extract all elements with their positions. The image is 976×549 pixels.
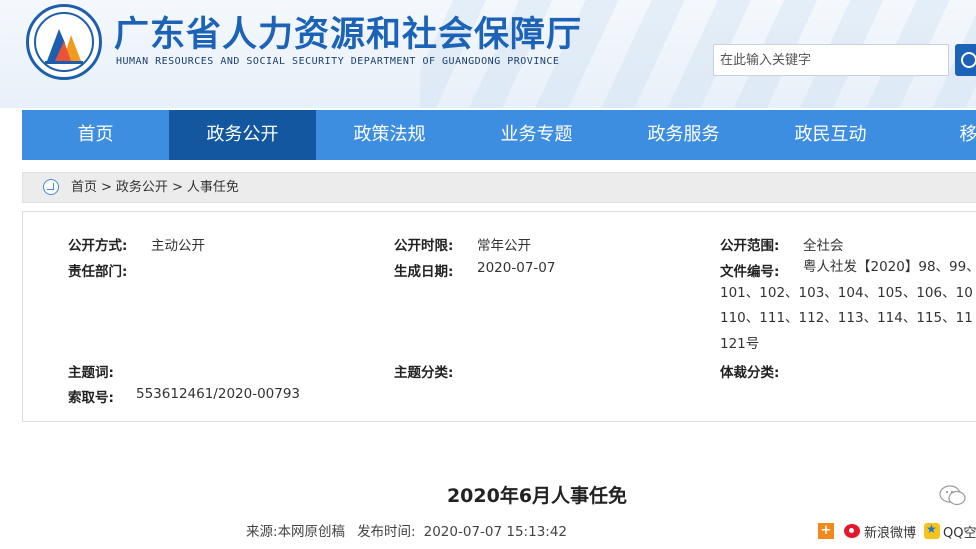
share-qq-label[interactable]: QQ空	[943, 522, 976, 541]
publish-label: 发布时间:	[357, 524, 416, 540]
search-button[interactable]	[955, 44, 976, 76]
doc-number-line: 粤人社发【2020】98、99、	[803, 259, 976, 275]
source-label: 来源:	[246, 524, 278, 540]
qq-zone-icon[interactable]	[924, 522, 941, 539]
breadcrumb-separator: >	[171, 180, 183, 195]
article-info: 来源:本网原创稿 发布时间: 2020-07-07 15:13:42	[246, 520, 567, 540]
disclosure-period-label: 公开时限:	[394, 238, 454, 254]
share-weibo-label[interactable]: 新浪微博	[864, 522, 916, 541]
site-subtitle: HUMAN RESOURCES AND SOCIAL SECURITY DEPA…	[116, 56, 560, 67]
breadcrumb-current[interactable]: 人事任免	[187, 173, 239, 202]
source-value: 本网原创稿	[277, 524, 346, 540]
department-label: 责任部门:	[68, 264, 128, 280]
search-input[interactable]	[713, 44, 949, 76]
site-logo[interactable]	[26, 4, 102, 80]
topic-label: 主题分类:	[394, 365, 454, 381]
logo-emblem-icon	[45, 29, 83, 64]
disclosure-method-label: 公开方式:	[68, 238, 128, 254]
created-date-label: 生成日期:	[394, 264, 454, 280]
doc-number-line: 121号	[720, 335, 760, 352]
nav-item-government-affairs[interactable]: 政务公开	[169, 110, 316, 160]
weibo-icon[interactable]	[844, 524, 860, 538]
nav-item-topics[interactable]: 业务专题	[463, 110, 610, 160]
share-more-icon[interactable]: +	[818, 523, 834, 539]
location-arrow-icon	[43, 179, 59, 195]
article-title: 2020年6月人事任免	[446, 485, 628, 507]
index-number-label: 索取号:	[68, 390, 114, 406]
wechat-icon[interactable]	[938, 483, 968, 507]
created-date-value: 2020-07-07	[477, 260, 556, 276]
nav-item-home[interactable]: 首页	[22, 110, 169, 160]
keywords-label: 主题词:	[68, 365, 114, 381]
share-bar: + 新浪微博 QQ空	[818, 521, 976, 541]
doc-number-line: 101、102、103、104、105、106、10	[720, 284, 973, 301]
site-header: 广东省人力资源和社会保障厅 HUMAN RESOURCES AND SOCIAL…	[0, 0, 976, 108]
breadcrumb-home[interactable]: 首页	[71, 173, 97, 202]
disclosure-period-value: 常年公开	[477, 238, 531, 254]
nav-item-mobile[interactable]: 移动	[904, 110, 976, 160]
nav-item-services[interactable]: 政务服务	[610, 110, 757, 160]
nav-item-policies[interactable]: 政策法规	[316, 110, 463, 160]
nav-item-interaction[interactable]: 政民互动	[757, 110, 904, 160]
disclosure-scope-value: 全社会	[803, 238, 844, 254]
publish-time: 2020-07-07 15:13:42	[423, 524, 568, 540]
document-metadata-panel: 公开方式: 主动公开 公开时限: 常年公开 公开范围: 全社会 责任部门: 生成…	[22, 211, 976, 422]
site-title: 广东省人力资源和社会保障厅	[114, 15, 583, 55]
main-nav: 首页 政务公开 政策法规 业务专题 政务服务 政民互动 移动	[22, 110, 976, 160]
genre-label: 体裁分类:	[720, 365, 780, 381]
index-number-value: 553612461/2020-00793	[136, 386, 301, 402]
disclosure-scope-label: 公开范围:	[720, 238, 780, 254]
disclosure-method-value: 主动公开	[151, 238, 205, 254]
breadcrumb: 首页 > 政务公开 > 人事任免	[22, 172, 976, 203]
search-icon	[961, 52, 976, 68]
doc-number-value: 粤人社发【2020】98、99、 101、102、103、104、105、106…	[720, 255, 976, 357]
doc-number-line: 110、111、112、113、114、115、11	[720, 310, 973, 326]
breadcrumb-government-affairs[interactable]: 政务公开	[116, 173, 168, 202]
breadcrumb-separator: >	[101, 180, 112, 195]
